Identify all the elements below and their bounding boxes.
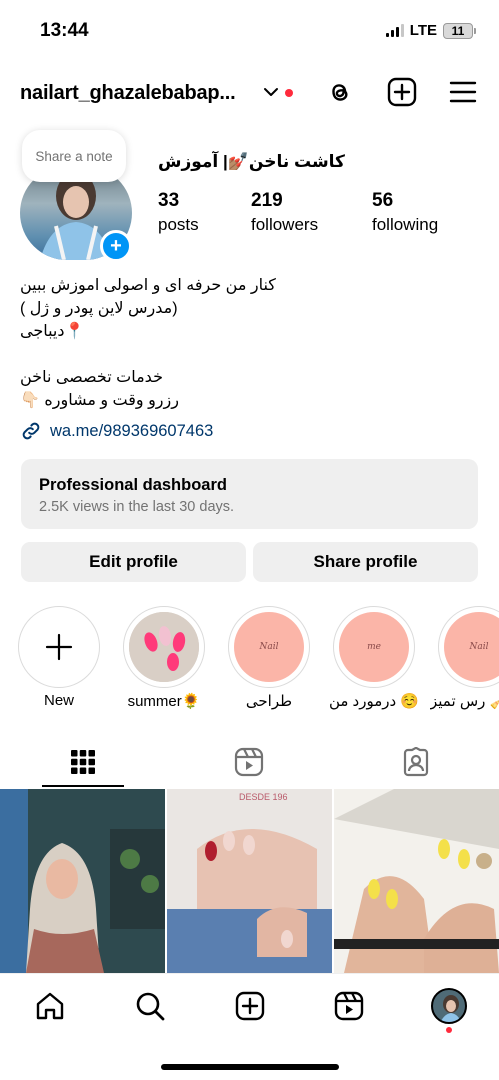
search-icon[interactable] (134, 990, 166, 1022)
notification-dot (446, 1027, 452, 1033)
avatar-thumbnail (440, 995, 462, 1022)
highlight-new[interactable] (18, 606, 100, 688)
stat-value: 56 (372, 190, 394, 211)
add-story-button[interactable]: + (100, 230, 132, 262)
highlight-design[interactable]: Nail (228, 606, 310, 688)
tagged-icon (403, 747, 429, 777)
battery-level: 11 (451, 23, 465, 38)
post-red-french-nails[interactable]: DESDE 196 (167, 789, 332, 973)
post-portrait[interactable] (0, 789, 165, 973)
bio-line: (مدرس لاین پودر و ژل ) (20, 300, 178, 317)
stat-label: following (372, 215, 439, 234)
bio-link-text[interactable]: wa.me/989369607463 (50, 422, 213, 441)
share-note-bubble[interactable]: Share a note (22, 130, 126, 182)
bio-line: خدمات تخصصی ناخن (20, 369, 163, 386)
tab-tagged[interactable] (333, 738, 499, 786)
edit-profile-button[interactable]: Edit profile (21, 542, 246, 582)
reels-icon (234, 747, 264, 777)
highlight-clean[interactable]: Nail (438, 606, 499, 688)
professional-dashboard[interactable]: Professional dashboard 2.5K views in the… (21, 459, 478, 529)
profile-header: nailart_ghazalebabap... (0, 70, 499, 116)
status-indicators: LTE 11 (385, 22, 476, 39)
stat-followers[interactable]: 219 followers (251, 190, 318, 235)
post-overlay-text: DESDE 196 (239, 792, 288, 802)
network-label: LTE (409, 22, 437, 39)
threads-icon[interactable] (324, 76, 356, 108)
stat-posts[interactable]: 33 posts (158, 190, 199, 235)
nails-photo (129, 612, 199, 682)
bio-spacer (20, 343, 480, 366)
notification-dot (285, 89, 293, 97)
tab-reels[interactable] (166, 738, 332, 786)
battery-icon: 11 (443, 22, 476, 39)
stat-following[interactable]: 56 following (372, 190, 438, 235)
highlight-summer[interactable] (123, 606, 205, 688)
bio-line: کنار من حرفه ای و اصولی اموزش ببین (20, 277, 276, 294)
home-icon[interactable] (34, 990, 66, 1022)
highlight-label: طراحی (245, 693, 293, 710)
home-indicator (161, 1064, 339, 1070)
create-post-icon[interactable] (386, 76, 418, 108)
plus-icon (45, 633, 73, 661)
highlight-label: summer🌻 (127, 693, 201, 710)
status-bar: 13:44 LTE 11 (0, 0, 499, 60)
menu-icon[interactable] (447, 76, 479, 108)
dashboard-subtitle: 2.5K views in the last 30 days. (39, 499, 235, 515)
profile-bio: کنار من حرفه ای و اصولی اموزش ببین (مدرس… (20, 274, 480, 412)
profile-avatar[interactable] (431, 988, 467, 1024)
highlight-cover: me (339, 612, 409, 682)
highlight-cover (129, 612, 199, 682)
post-yellow-nails[interactable] (334, 789, 499, 973)
bio-link[interactable]: wa.me/989369607463 (20, 420, 213, 442)
status-time: 13:44 (40, 20, 89, 41)
tab-grid[interactable] (0, 738, 166, 786)
highlight-label: درمورد من ☺️ (328, 693, 420, 710)
stat-label: posts (158, 215, 199, 234)
stat-value: 33 (158, 190, 180, 211)
chevron-down-icon[interactable] (263, 84, 279, 100)
post-image: DESDE 196 (167, 789, 332, 973)
highlight-cover: Nail (234, 612, 304, 682)
posts-grid: DESDE 196 (0, 789, 499, 973)
post-image (334, 789, 499, 973)
bio-line: 📍دیباجی (20, 323, 85, 340)
highlight-label: New (43, 692, 74, 709)
link-icon (22, 422, 40, 440)
grid-icon (71, 750, 95, 774)
create-icon[interactable] (234, 990, 266, 1022)
display-name: کاشت ناخن💅🏽| آموزش (158, 152, 345, 171)
bio-line: رزرو وقت و مشاوره 👇🏻 (20, 392, 179, 409)
reels-icon[interactable] (333, 990, 365, 1022)
highlight-label: رس تمیز 🧹 (430, 693, 499, 710)
stat-label: followers (251, 215, 319, 234)
username[interactable]: nailart_ghazalebabap... (20, 82, 236, 105)
share-profile-button[interactable]: Share profile (253, 542, 478, 582)
active-tab-indicator (42, 785, 124, 787)
highlight-about-me[interactable]: me (333, 606, 415, 688)
profile-tabs (0, 738, 499, 788)
post-image (0, 789, 165, 973)
signal-icon (385, 24, 404, 37)
stat-value: 219 (251, 190, 283, 211)
dashboard-title: Professional dashboard (39, 476, 227, 494)
